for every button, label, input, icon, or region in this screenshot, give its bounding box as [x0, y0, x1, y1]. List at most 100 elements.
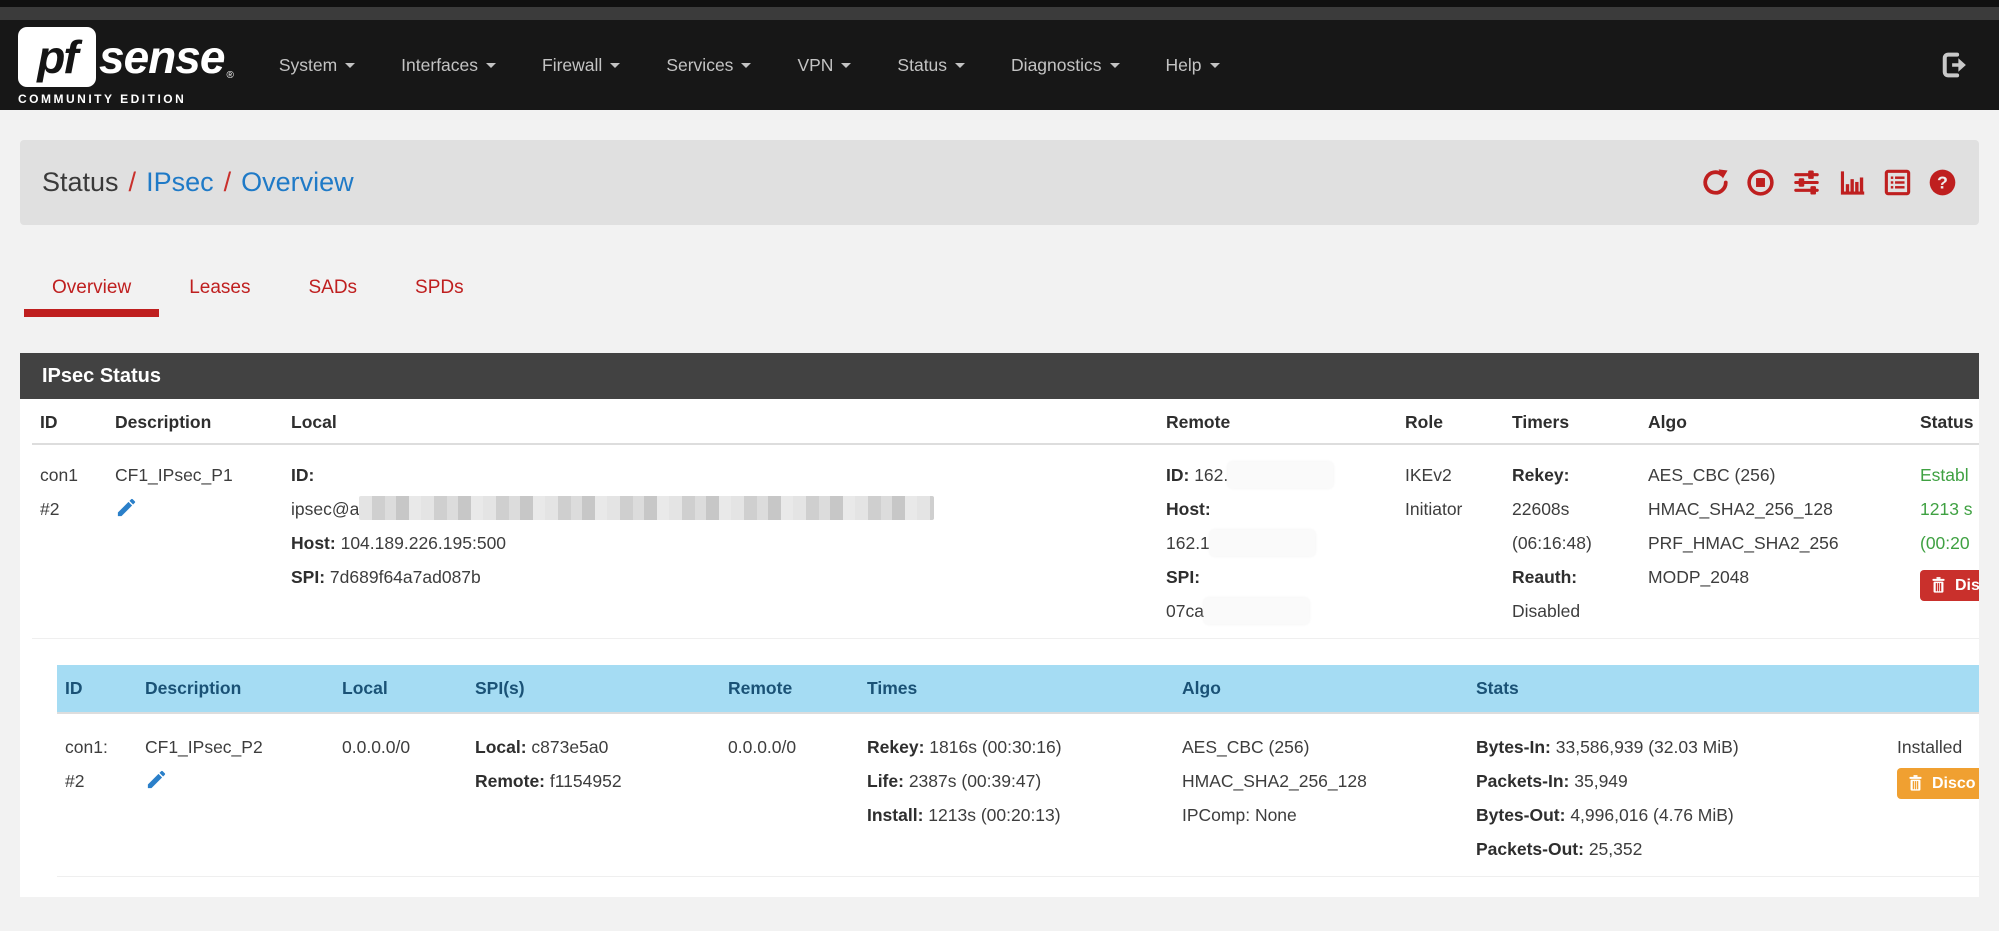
chart-icon[interactable] [1838, 168, 1867, 197]
edit-pencil-icon[interactable] [145, 768, 168, 791]
log-icon[interactable] [1883, 168, 1912, 197]
child-data-row: con1: #2 CF1_IPsec_P2 [57, 713, 1979, 877]
col-id: ID [32, 399, 107, 444]
trash-icon [1930, 576, 1947, 595]
col-role: Role [1397, 399, 1504, 444]
refresh-icon[interactable] [1701, 168, 1730, 197]
redacted-remote-spi [1204, 598, 1309, 624]
rekey-value: 22608s [1512, 492, 1632, 526]
tab-spds[interactable]: SPDs [387, 265, 492, 317]
breadcrumb-overview-link[interactable]: Overview [241, 167, 354, 197]
breadcrumb: Status/IPsec/Overview [42, 167, 354, 198]
child-connection-id-number: #2 [65, 764, 129, 798]
role-version: IKEv2 [1405, 458, 1496, 492]
local-spi-label: SPI: [291, 567, 325, 587]
child-col-local: Local [334, 665, 467, 713]
remote-id-value: 162. [1194, 465, 1228, 485]
disconnect-p2-button[interactable]: Disco [1897, 768, 1979, 799]
packets-out-value: 25,352 [1589, 839, 1643, 859]
local-id-label: ID: [291, 465, 314, 485]
chevron-down-icon [955, 63, 965, 68]
rekey-time: (06:16:48) [1512, 526, 1632, 560]
menu-label: VPN [797, 55, 833, 75]
cell-local: ID: ipsec@a Host: 104.189.226.195:500 SP… [283, 444, 1158, 639]
help-icon[interactable]: ? [1928, 168, 1957, 197]
table-header-row: ID Description Local Remote Role Timers … [32, 399, 1979, 444]
local-host-value: 104.189.226.195:500 [341, 533, 506, 553]
ipsec-status-table: ID Description Local Remote Role Timers … [32, 399, 1979, 877]
cell-remote: ID: 162. Host: 162.1 SPI: 07ca [1158, 444, 1397, 639]
spi-remote-value: f1154952 [550, 771, 622, 791]
main-menu: System Interfaces Firewall Services VPN … [256, 45, 1243, 86]
child-remote-network: 0.0.0.0/0 [728, 730, 851, 764]
child-algo-ipcomp: IPComp: None [1182, 798, 1460, 832]
child-col-spis: SPI(s) [467, 665, 720, 713]
table-row: con1 #2 CF1_IPsec_P1 ID: ipsec@a Host: 1… [32, 444, 1979, 639]
menu-item-vpn[interactable]: VPN [774, 45, 874, 86]
bytes-out-value: 4,996,016 (4.76 MiB) [1570, 805, 1733, 825]
menu-item-interfaces[interactable]: Interfaces [378, 45, 519, 86]
algo-dhgroup: MODP_2048 [1648, 560, 1904, 594]
local-id-value: ipsec@a [291, 499, 359, 519]
remote-spi-label: SPI: [1166, 567, 1200, 587]
tab-sads[interactable]: SADs [280, 265, 385, 317]
menu-label: Interfaces [401, 55, 478, 75]
cell-status: Establ 1213 s (00:20 Dis [1912, 444, 1979, 639]
redacted-remote-id [1228, 462, 1333, 488]
child-local-network: 0.0.0.0/0 [342, 730, 459, 764]
panel-title: IPsec Status [20, 353, 1979, 399]
tab-overview[interactable]: Overview [24, 265, 159, 317]
trash-icon [1907, 774, 1924, 793]
ipsec-p2-table: ID Description Local SPI(s) Remote Times… [57, 665, 1979, 877]
algo-prf: PRF_HMAC_SHA2_256 [1648, 526, 1904, 560]
menu-item-status[interactable]: Status [874, 45, 988, 86]
cell-timers: Rekey: 22608s (06:16:48) Reauth: Disable… [1504, 444, 1640, 639]
child-connection-id: con1: [65, 730, 129, 764]
menu-item-system[interactable]: System [256, 45, 378, 86]
child-col-stats: Stats [1468, 665, 1889, 713]
child-col-remote: Remote [720, 665, 859, 713]
packets-in-value: 35,949 [1574, 771, 1628, 791]
spi-remote-label: Remote: [475, 771, 545, 791]
filter-icon[interactable] [1791, 168, 1822, 197]
disconnect-button-label: Dis [1955, 577, 1979, 595]
menu-label: Services [666, 55, 733, 75]
rekey-label: Rekey: [1512, 465, 1569, 485]
child-cell-spis: Local: c873e5a0 Remote: f1154952 [467, 713, 720, 877]
ipsec-status-panel: IPsec Status ID Description Local Remote… [20, 353, 1979, 897]
local-host-label: Host: [291, 533, 336, 553]
time-install-value: 1213s (00:20:13) [928, 805, 1060, 825]
menu-item-help[interactable]: Help [1143, 45, 1243, 86]
edit-pencil-icon[interactable] [115, 496, 138, 519]
chevron-down-icon [841, 63, 851, 68]
connection-id: con1 [40, 458, 99, 492]
sign-out-icon[interactable] [1939, 50, 1969, 80]
child-col-algo: Algo [1174, 665, 1468, 713]
child-table-container: ID Description Local SPI(s) Remote Times… [32, 639, 1979, 878]
reauth-value: Disabled [1512, 594, 1632, 628]
cell-id: con1 #2 [32, 444, 107, 639]
child-col-times: Times [859, 665, 1174, 713]
bytes-in-label: Bytes-In: [1476, 737, 1551, 757]
col-local: Local [283, 399, 1158, 444]
stop-icon[interactable] [1746, 168, 1775, 197]
pfsense-logo-tagline: COMMUNITY EDITION [18, 92, 234, 106]
child-cell-remote: 0.0.0.0/0 [720, 713, 859, 877]
time-install-label: Install: [867, 805, 923, 825]
redacted-local-id [359, 496, 934, 520]
tab-leases[interactable]: Leases [161, 265, 278, 317]
svg-text:?: ? [1937, 173, 1948, 193]
bytes-in-value: 33,586,939 (32.03 MiB) [1556, 737, 1739, 757]
col-timers: Timers [1504, 399, 1640, 444]
remote-host-label: Host: [1166, 499, 1211, 519]
menu-item-firewall[interactable]: Firewall [519, 45, 643, 86]
chevron-down-icon [741, 63, 751, 68]
menu-item-diagnostics[interactable]: Diagnostics [988, 45, 1142, 86]
disconnect-p1-button[interactable]: Dis [1920, 570, 1979, 601]
breadcrumb-ipsec-link[interactable]: IPsec [146, 167, 214, 197]
pfsense-logo[interactable]: pf sense ® COMMUNITY EDITION [18, 25, 234, 106]
menu-item-services[interactable]: Services [643, 45, 774, 86]
menu-label: System [279, 55, 337, 75]
description-text: CF1_IPsec_P1 [115, 458, 275, 492]
child-cell-algo: AES_CBC (256) HMAC_SHA2_256_128 IPComp: … [1174, 713, 1468, 877]
